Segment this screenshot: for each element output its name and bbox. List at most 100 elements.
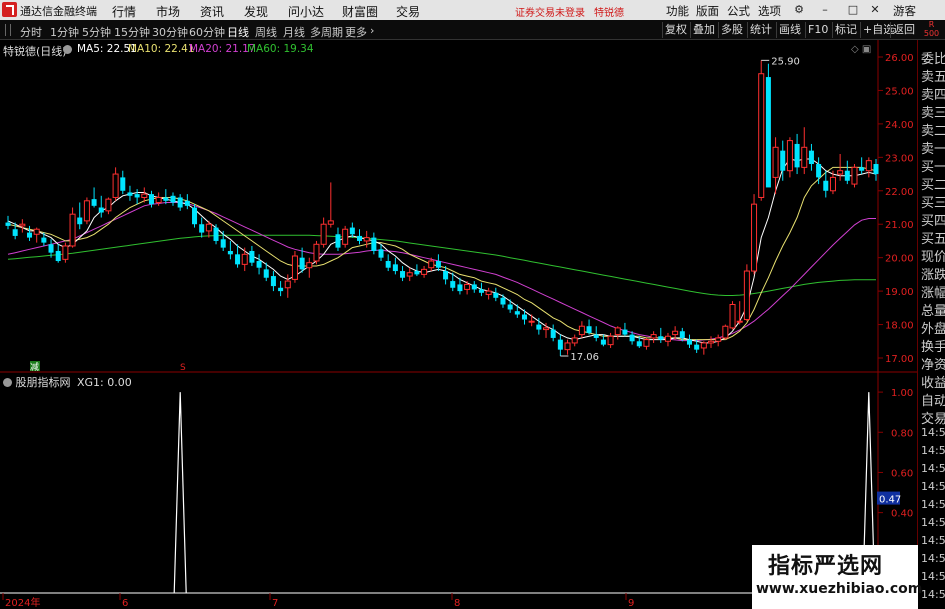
stock-link[interactable]: 特锐德 bbox=[594, 4, 624, 19]
tab-more[interactable]: 更多 bbox=[345, 24, 367, 40]
tool-overlay[interactable]: 叠加 bbox=[690, 22, 717, 38]
quote-field-6: 买一 bbox=[921, 160, 945, 175]
candle bbox=[120, 170, 126, 195]
candle bbox=[91, 187, 97, 208]
candle bbox=[213, 224, 219, 245]
candle bbox=[578, 321, 585, 338]
menu-wealth-circle[interactable]: 财富圈 bbox=[342, 3, 378, 20]
candle-body bbox=[478, 289, 484, 293]
tab-intraday[interactable]: 分时 bbox=[20, 24, 42, 40]
tool-mark[interactable]: 标记 bbox=[832, 22, 859, 38]
sub-y-tick-label: 0.60 bbox=[891, 468, 913, 479]
candle bbox=[729, 301, 736, 330]
candle-body bbox=[105, 198, 112, 212]
login-status[interactable]: 证券交易未登录 bbox=[515, 4, 585, 19]
x-tick-label: 9 bbox=[628, 598, 634, 609]
tool-draw-line[interactable]: 画线 bbox=[776, 22, 803, 38]
candle bbox=[664, 332, 671, 347]
candle bbox=[550, 324, 556, 342]
candle bbox=[622, 322, 628, 337]
candle bbox=[500, 294, 506, 308]
r-label-bottom: 500 bbox=[923, 29, 940, 38]
guest-login[interactable]: 游客 bbox=[893, 3, 916, 19]
candle-body bbox=[270, 276, 276, 287]
quote-field-11: 现价 bbox=[921, 250, 945, 265]
quote-field-10: 买五 bbox=[921, 232, 945, 247]
indicator-subchart bbox=[0, 392, 878, 594]
candle bbox=[192, 204, 198, 228]
tab-weekly[interactable]: 周线 bbox=[255, 24, 277, 40]
candle-body bbox=[707, 340, 715, 344]
menu-news[interactable]: 资讯 bbox=[200, 3, 224, 20]
sub-y-tick-label: 0.80 bbox=[891, 428, 913, 439]
candle-body bbox=[342, 228, 349, 245]
candle-body bbox=[249, 250, 255, 263]
candle bbox=[112, 167, 119, 201]
tab-30min[interactable]: 30分钟 bbox=[152, 24, 188, 40]
candle-body bbox=[205, 223, 212, 232]
menu-ask-xiaoda[interactable]: 问小达 bbox=[288, 3, 324, 20]
candle-body bbox=[349, 227, 355, 235]
menu-formula[interactable]: 公式 bbox=[727, 3, 750, 19]
candle-body bbox=[327, 220, 334, 225]
sell-marker-label: S bbox=[180, 363, 186, 373]
quote-field-12: 涨跌 bbox=[921, 268, 945, 283]
candle bbox=[98, 195, 104, 218]
tab-multi-period[interactable]: 多周期 bbox=[310, 24, 343, 40]
chart-annotations: 25.90 17.06 减 S bbox=[30, 56, 800, 373]
high-price-label: 25.90 bbox=[771, 56, 800, 67]
tool-stats[interactable]: 统计 bbox=[747, 22, 774, 38]
candle bbox=[320, 217, 327, 248]
menu-function[interactable]: 功能 bbox=[666, 3, 689, 19]
kline-chart-area[interactable]: 26.00 25.00 24.00 23.00 22.00 21.00 20.00 19.00… bbox=[0, 40, 917, 609]
quote-field-15: 外盘 bbox=[921, 322, 945, 337]
menu-trade[interactable]: 交易 bbox=[396, 3, 420, 20]
menu-options[interactable]: 选项 bbox=[758, 3, 781, 19]
candle bbox=[19, 219, 26, 233]
candle-body bbox=[291, 255, 298, 280]
candle-body bbox=[148, 194, 154, 205]
period-toolbar: 分时 1分钟 5分钟 15分钟 30分钟 60分钟 日线 周线 月线 多周期 更… bbox=[0, 20, 945, 40]
title-bar: 通达信金融终端 行情 市场 资讯 发现 问小达 财富圈 交易 证券交易未登录 特… bbox=[0, 0, 945, 20]
candle bbox=[241, 247, 248, 272]
chevron-right-icon[interactable]: › bbox=[370, 24, 374, 37]
tab-5min[interactable]: 5分钟 bbox=[82, 24, 111, 40]
candle-body bbox=[263, 269, 269, 278]
candle bbox=[421, 266, 428, 278]
quote-field-8: 买三 bbox=[921, 196, 945, 211]
quote-field-5: 卖一 bbox=[921, 142, 945, 157]
menu-market[interactable]: 市场 bbox=[156, 3, 180, 20]
tab-daily[interactable]: 日线 bbox=[227, 24, 249, 40]
chart-config-icon[interactable]: ◇ ▣ bbox=[851, 44, 871, 55]
candle-body bbox=[421, 268, 428, 275]
tool-adjust[interactable]: 复权 bbox=[662, 22, 689, 38]
tool-f10[interactable]: F10 bbox=[805, 22, 830, 38]
tab-monthly[interactable]: 月线 bbox=[283, 24, 305, 40]
candle bbox=[327, 182, 334, 228]
maximize-icon[interactable]: □ bbox=[847, 4, 859, 16]
sub-y-tick-label: 1.00 bbox=[891, 388, 913, 399]
minimize-icon[interactable]: – bbox=[819, 4, 831, 16]
menu-discover[interactable]: 发现 bbox=[244, 3, 268, 20]
tab-1min[interactable]: 1分钟 bbox=[50, 24, 79, 40]
tool-multi-stock[interactable]: 多股 bbox=[718, 22, 745, 38]
quote-field-9: 买四 bbox=[921, 214, 945, 229]
settings-icon[interactable]: ⚙ bbox=[793, 4, 805, 16]
candle bbox=[571, 334, 578, 347]
candle bbox=[844, 160, 850, 185]
candle-body bbox=[299, 257, 305, 270]
watermark-url: www.xuezhibiao.com bbox=[756, 581, 923, 597]
subchart-toggle-icon[interactable] bbox=[3, 378, 12, 387]
tab-60min[interactable]: 60分钟 bbox=[189, 24, 225, 40]
subchart-legend: 股朋指标网 XG1: 0.00 bbox=[3, 374, 132, 390]
candle bbox=[278, 281, 284, 297]
tool-back[interactable]: 返回 bbox=[890, 22, 917, 38]
quote-field-30: 14:56 bbox=[921, 588, 945, 601]
ma-legend-toggle-icon[interactable] bbox=[63, 45, 72, 54]
menu-quotes[interactable]: 行情 bbox=[112, 3, 136, 20]
candle-body bbox=[98, 207, 104, 213]
close-icon[interactable]: ✕ bbox=[869, 4, 881, 16]
quote-field-29: 14:56 bbox=[921, 570, 945, 583]
tab-15min[interactable]: 15分钟 bbox=[114, 24, 150, 40]
menu-layout[interactable]: 版面 bbox=[696, 3, 719, 19]
